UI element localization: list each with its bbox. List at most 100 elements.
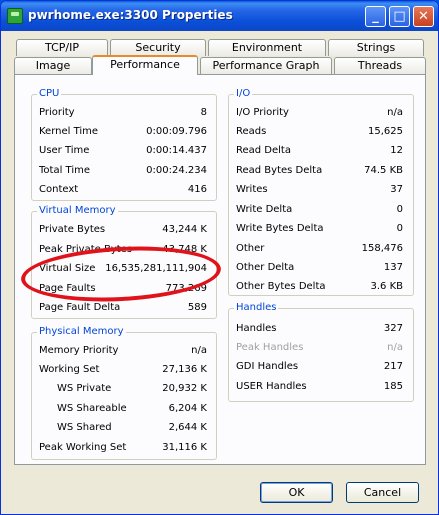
handles-row: Handles 327 — [236, 322, 403, 336]
row-label: Priority — [39, 107, 75, 118]
row-label: Total Time — [39, 165, 91, 176]
row-value: 74.5 KB — [364, 165, 403, 176]
row-value: 27,136 K — [162, 364, 207, 375]
row-label: Writes — [236, 184, 268, 195]
tab-tcpip[interactable]: TCP/IP — [16, 39, 108, 56]
row-value: 137 — [383, 262, 403, 273]
row-value: n/a — [387, 342, 403, 353]
row-value: 158,476 — [361, 243, 403, 254]
ws-shared-row: WS Shared 2,644 K — [57, 421, 207, 435]
cpu-total-time-row: Total Time 0:00:24.234 — [39, 164, 207, 178]
row-label: Peak Private Bytes — [39, 244, 133, 255]
window-title: pwrhome.exe:3300 Properties — [28, 8, 233, 22]
row-value: 217 — [383, 361, 403, 372]
physical-memory-group: Physical Memory Memory Priority n/a Work… — [31, 326, 217, 460]
io-group-title: I/O — [234, 88, 253, 100]
tab-performance-graph[interactable]: Performance Graph — [200, 57, 332, 74]
tab-environment[interactable]: Environment — [208, 39, 326, 56]
row-label: Write Bytes Delta — [236, 223, 324, 234]
tab-image[interactable]: Image — [14, 57, 92, 74]
cpu-group: CPU Priority 8 Kernel Time 0:00:09.796 U… — [31, 88, 217, 201]
row-label: Reads — [236, 126, 267, 137]
row-label: Private Bytes — [39, 224, 106, 235]
row-value: 43,244 K — [162, 224, 207, 235]
peak-handles-row: Peak Handles n/a — [236, 341, 403, 355]
write-bytes-delta-row: Write Bytes Delta 0 — [236, 222, 403, 236]
row-value: 31,116 K — [162, 442, 207, 453]
row-label: Memory Priority — [39, 345, 119, 356]
title-bar[interactable]: pwrhome.exe:3300 Properties _ □ ✕ — [1, 1, 438, 31]
row-value: n/a — [387, 107, 403, 118]
row-label: Handles — [236, 323, 277, 334]
tab-strings[interactable]: Strings — [328, 39, 424, 56]
row-label: Page Faults — [39, 283, 96, 294]
cpu-kernel-time-row: Kernel Time 0:00:09.796 — [39, 125, 207, 139]
performance-panel: CPU Priority 8 Kernel Time 0:00:09.796 U… — [14, 74, 426, 465]
row-label: Other Bytes Delta — [236, 281, 326, 292]
tab-performance[interactable]: Performance — [92, 55, 198, 75]
row-value: 327 — [383, 323, 403, 334]
row-value: 15,625 — [368, 126, 403, 137]
row-value: 6,204 K — [168, 403, 207, 414]
other-delta-row: Other Delta 137 — [236, 261, 403, 275]
row-label: GDI Handles — [236, 361, 299, 372]
minimize-button[interactable]: _ — [365, 6, 386, 27]
row-label: USER Handles — [236, 381, 307, 392]
row-value: 20,932 K — [162, 383, 207, 394]
maximize-button[interactable]: □ — [389, 6, 410, 27]
row-value: 0:00:24.234 — [146, 165, 207, 176]
row-label: WS Shared — [57, 422, 112, 433]
handles-group-title: Handles — [234, 302, 279, 314]
peak-working-set-row: Peak Working Set 31,116 K — [39, 441, 207, 455]
cpu-priority-row: Priority 8 — [39, 106, 207, 120]
row-label: User Time — [39, 145, 90, 156]
other-bytes-delta-row: Other Bytes Delta 3.6 KB — [236, 280, 403, 294]
row-value: 0 — [396, 204, 403, 215]
working-set-row: Working Set 27,136 K — [39, 363, 207, 377]
read-delta-row: Read Delta 12 — [236, 144, 403, 158]
write-delta-row: Write Delta 0 — [236, 203, 403, 217]
properties-window: pwrhome.exe:3300 Properties _ □ ✕ TCP/IP… — [0, 0, 439, 515]
row-value: 185 — [383, 381, 403, 392]
cancel-button[interactable]: Cancel — [346, 482, 419, 503]
row-label: Peak Working Set — [39, 442, 127, 453]
read-bytes-delta-row: Read Bytes Delta 74.5 KB — [236, 164, 403, 178]
cpu-user-time-row: User Time 0:00:14.437 — [39, 144, 207, 158]
row-label: Read Bytes Delta — [236, 165, 323, 176]
row-value: 0:00:14.437 — [146, 145, 207, 156]
row-value: 43,748 K — [162, 244, 207, 255]
row-label: Kernel Time — [39, 126, 99, 137]
row-value: 773,269 — [165, 283, 207, 294]
ws-shareable-row: WS Shareable 6,204 K — [57, 402, 207, 416]
row-label: Working Set — [39, 364, 100, 375]
row-value: 37 — [390, 184, 403, 195]
row-value: 416 — [187, 184, 207, 195]
row-value: 589 — [187, 302, 207, 313]
row-value: 16,535,281,111,904 — [105, 263, 207, 274]
writes-row: Writes 37 — [236, 183, 403, 197]
row-label: Write Delta — [236, 204, 293, 215]
row-label: Read Delta — [236, 145, 291, 156]
row-label: Page Fault Delta — [39, 302, 121, 313]
row-label: Virtual Size — [39, 263, 96, 274]
cpu-group-title: CPU — [37, 88, 62, 100]
private-bytes-row: Private Bytes 43,244 K — [39, 223, 207, 237]
row-value: n/a — [191, 345, 207, 356]
user-handles-row: USER Handles 185 — [236, 380, 403, 394]
tab-security[interactable]: Security — [110, 39, 206, 56]
memory-priority-row: Memory Priority n/a — [39, 344, 207, 358]
row-label: Other — [236, 243, 265, 254]
tab-threads[interactable]: Threads — [334, 57, 426, 74]
row-label: Other Delta — [236, 262, 295, 273]
gdi-handles-row: GDI Handles 217 — [236, 360, 403, 374]
handles-group: Handles Handles 327 Peak Handles n/a GDI… — [228, 302, 414, 402]
ok-button[interactable]: OK — [260, 482, 333, 503]
row-value: 2,644 K — [168, 422, 207, 433]
ws-private-row: WS Private 20,932 K — [57, 382, 207, 396]
row-label: Context — [39, 184, 79, 195]
row-label: WS Private — [57, 383, 112, 394]
peak-private-bytes-row: Peak Private Bytes 43,748 K — [39, 243, 207, 257]
close-button[interactable]: ✕ — [413, 6, 434, 27]
other-row: Other 158,476 — [236, 242, 403, 256]
cpu-context-row: Context 416 — [39, 183, 207, 197]
